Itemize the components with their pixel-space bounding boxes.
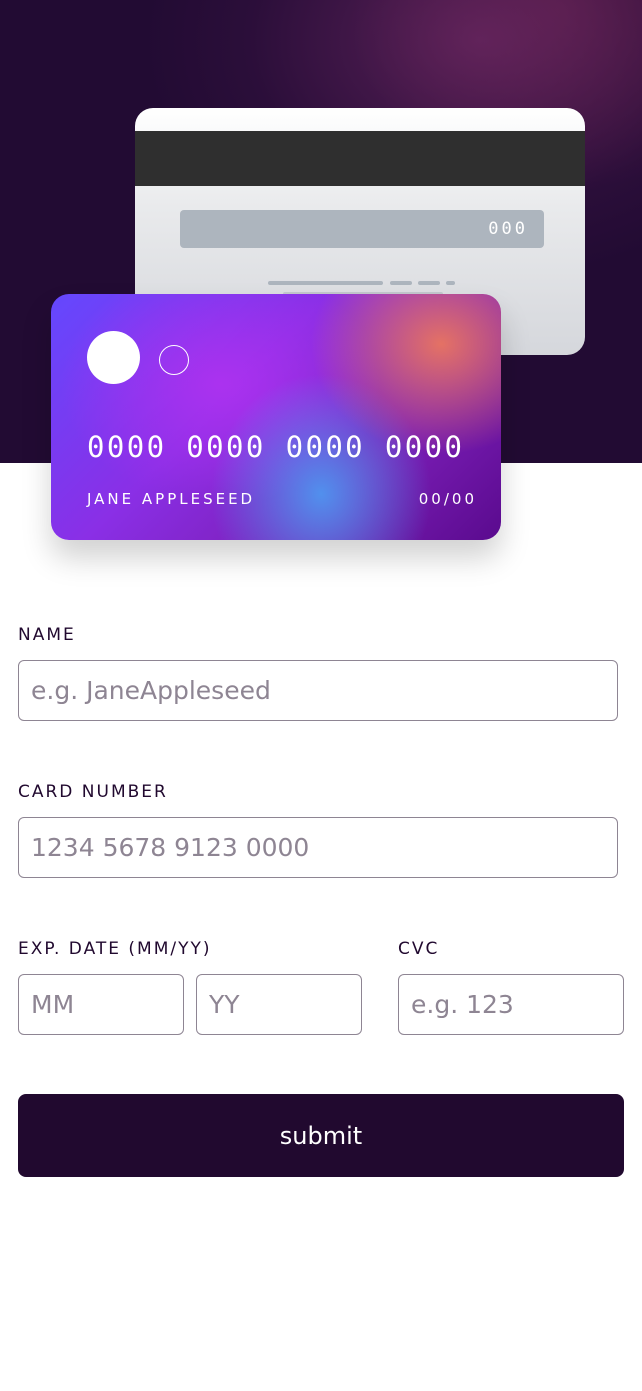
card-back-line <box>268 281 383 285</box>
exp-date-label: EXP. DATE (MM/YY) <box>18 939 212 959</box>
card-number-input[interactable] <box>18 817 618 878</box>
card-front-holder: JANE APPLESEED <box>87 490 256 508</box>
card-back-line <box>418 281 440 285</box>
cardholder-name-input[interactable] <box>18 660 618 721</box>
signature-strip: 000 <box>180 210 544 248</box>
card-front: 0000 0000 0000 0000 JANE APPLESEED 00/00 <box>51 294 501 540</box>
card-logo-circle-filled <box>87 331 140 384</box>
card-back-line <box>446 281 455 285</box>
magnetic-stripe <box>135 131 585 186</box>
card-logo-circle-outline <box>159 345 189 375</box>
cvc-label: CVC <box>398 939 440 959</box>
card-front-expiry: 00/00 <box>418 490 477 508</box>
card-back-cvc: 000 <box>488 219 528 239</box>
cvc-input[interactable] <box>398 974 624 1035</box>
exp-month-input[interactable] <box>18 974 184 1035</box>
exp-year-input[interactable] <box>196 974 362 1035</box>
card-number-label: CARD NUMBER <box>18 782 168 802</box>
submit-button[interactable]: submit <box>18 1094 624 1177</box>
card-front-number: 0000 0000 0000 0000 <box>87 430 465 464</box>
card-back-line <box>390 281 412 285</box>
name-label: NAME <box>18 625 76 645</box>
